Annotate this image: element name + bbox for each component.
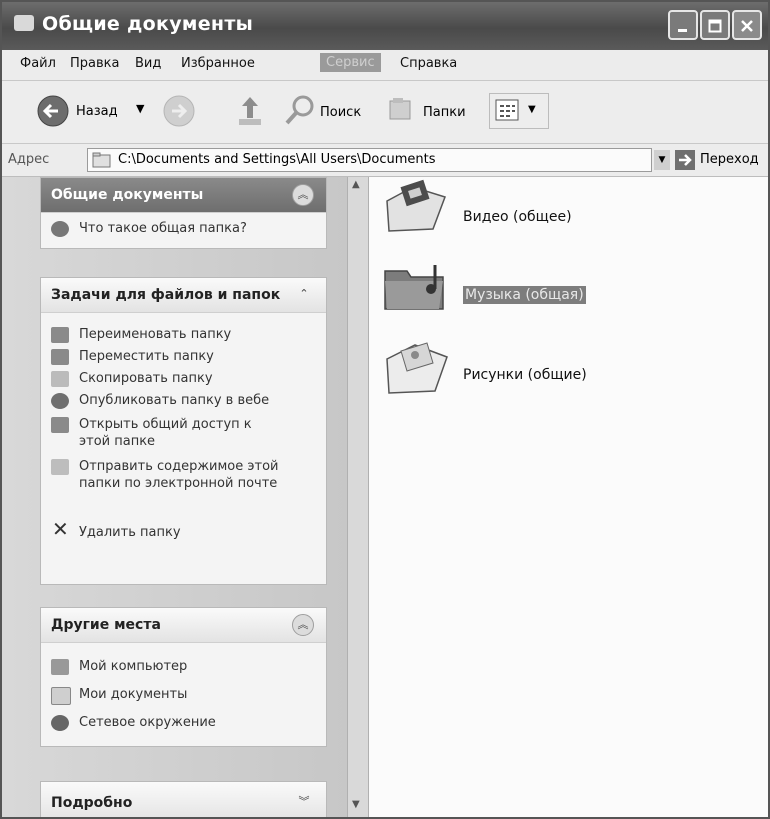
folders-label: Папки — [423, 105, 466, 120]
panel-shared-documents: Общие документы ︽ Что такое общая папка? — [40, 177, 327, 249]
task-label: Переименовать папку — [79, 327, 232, 342]
address-label: Адрес — [8, 152, 50, 167]
email-icon — [51, 459, 69, 475]
task-label: Опубликовать папку в вебе — [79, 393, 270, 408]
back-dropdown-icon[interactable]: ▼ — [136, 102, 144, 115]
panel-header[interactable]: Другие места ︽ — [41, 608, 326, 643]
panel-details-title: Подробно — [51, 795, 133, 811]
pane-splitter[interactable]: ▲ ▼ — [347, 177, 369, 817]
panel-places-title: Другие места — [51, 617, 161, 633]
network-icon — [51, 715, 69, 731]
menu-edit[interactable]: Правка — [70, 56, 119, 71]
go-label: Переход — [700, 152, 759, 167]
address-input[interactable]: C:\Documents and Settings\All Users\Docu… — [118, 152, 436, 167]
explorer-window: Общие документы Файл Правка Вид Избранно… — [0, 0, 770, 819]
menu-file[interactable]: Файл — [20, 56, 56, 71]
go-button[interactable]: Переход — [674, 149, 768, 171]
minimize-icon — [678, 29, 687, 32]
panel-header[interactable]: Задачи для файлов и папок ⌃ — [41, 278, 326, 313]
task-label: Удалить папку — [79, 525, 181, 540]
panel-header[interactable]: Общие документы ︽ — [41, 178, 326, 213]
folders-button[interactable]: Папки — [387, 93, 477, 129]
panel-other-places: Другие места ︽ Мой компьютер Мои докумен… — [40, 607, 327, 747]
share-icon — [51, 417, 69, 433]
panel-details: Подробно ︾ — [40, 781, 327, 817]
menu-view[interactable]: Вид — [135, 56, 161, 71]
back-button[interactable]: Назад ▼ — [36, 93, 166, 129]
panel-tasks-title: Задачи для файлов и папок — [51, 287, 281, 303]
help-icon — [51, 221, 69, 237]
delete-icon: ✕ — [52, 517, 69, 541]
collapse-icon[interactable]: ︽ — [292, 614, 314, 636]
back-arrow-icon — [37, 95, 69, 127]
close-button[interactable] — [732, 10, 762, 40]
place-label: Мои документы — [79, 687, 188, 702]
task-label: Отправить содержимое этой папки по элект… — [79, 459, 279, 491]
toolbar: Назад ▼ Поиск Папки ▼ — [2, 81, 768, 144]
address-bar: Адрес C:\Documents and Settings\All User… — [2, 144, 768, 177]
title-bar[interactable]: Общие документы — [2, 2, 768, 50]
minimize-button[interactable] — [668, 10, 698, 40]
place-label: Мой компьютер — [79, 659, 188, 674]
menu-help[interactable]: Справка — [400, 56, 457, 71]
copy-icon — [51, 371, 69, 387]
task-label: Переместить папку — [79, 349, 214, 364]
menu-tools[interactable]: Сервис — [320, 53, 381, 72]
menu-bar: Файл Правка Вид Избранное Сервис Справка — [2, 50, 768, 81]
pictures-folder-icon — [386, 342, 448, 394]
views-icon — [495, 99, 519, 121]
documents-icon — [51, 687, 71, 705]
place-label: Сетевое окружение — [79, 715, 216, 730]
computer-icon — [51, 659, 69, 675]
search-label: Поиск — [320, 105, 362, 120]
expand-icon[interactable]: ︾ — [294, 792, 314, 812]
web-publish-icon — [51, 393, 69, 409]
folder-item-pictures[interactable]: Рисунки (общие) — [383, 339, 763, 409]
folder-label: Видео (общее) — [463, 209, 572, 225]
task-label: Скопировать папку — [79, 371, 213, 386]
go-arrow-icon — [675, 150, 695, 170]
folders-icon — [389, 98, 411, 120]
panel-file-folder-tasks: Задачи для файлов и папок ⌃ Переименоват… — [40, 277, 327, 585]
move-icon — [51, 349, 69, 365]
close-icon — [741, 20, 753, 32]
maximize-icon — [708, 19, 722, 33]
forward-arrow-icon[interactable] — [162, 94, 196, 128]
folder-label-selected: Музыка (общая) — [463, 286, 586, 304]
panel-shared-title: Общие документы — [51, 187, 204, 203]
panel-header[interactable]: Подробно ︾ — [41, 782, 326, 817]
search-icon — [285, 95, 314, 125]
music-folder-icon — [384, 265, 444, 310]
video-folder-icon — [386, 179, 446, 232]
back-label: Назад — [76, 104, 118, 119]
folder-icon — [14, 15, 34, 31]
scroll-down-icon[interactable]: ▼ — [352, 799, 360, 810]
task-label: Открыть общий доступ к этой папке — [79, 417, 252, 449]
rename-icon — [51, 327, 69, 343]
maximize-button[interactable] — [700, 10, 730, 40]
collapse-icon[interactable]: ︽ — [292, 184, 314, 206]
window-title: Общие документы — [42, 13, 254, 35]
views-dropdown-icon: ▼ — [528, 104, 536, 115]
scroll-up-icon[interactable]: ▲ — [352, 179, 360, 190]
menu-favorites[interactable]: Избранное — [181, 56, 255, 71]
search-button[interactable]: Поиск — [282, 93, 377, 129]
folder-label: Рисунки (общие) — [463, 367, 587, 383]
folder-content: Видео (общее) Музыка (общая) Рисунки (об… — [369, 177, 768, 817]
address-field[interactable]: C:\Documents and Settings\All Users\Docu… — [87, 148, 652, 172]
up-folder-icon[interactable] — [235, 93, 265, 127]
folder-icon — [92, 152, 111, 168]
views-button[interactable]: ▼ — [489, 93, 549, 129]
task-pane: Общие документы ︽ Что такое общая папка?… — [2, 177, 347, 817]
collapse-icon[interactable]: ⌃ — [294, 284, 314, 304]
address-dropdown-button[interactable]: ▼ — [654, 150, 670, 170]
folder-item-music[interactable]: Музыка (общая) — [383, 259, 763, 329]
folder-item-video[interactable]: Видео (общее) — [383, 179, 763, 249]
what-is-shared-folder-label: Что такое общая папка? — [79, 221, 247, 236]
